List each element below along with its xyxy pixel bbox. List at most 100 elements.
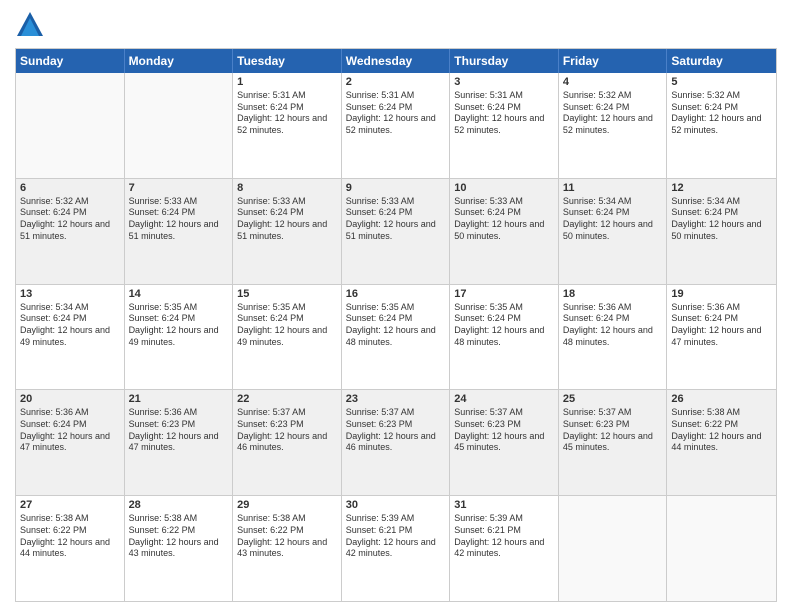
day-number: 2 [346, 76, 446, 88]
header-day-thursday: Thursday [450, 49, 559, 73]
day-number: 23 [346, 393, 446, 405]
cell-info: Sunrise: 5:36 AM Sunset: 6:24 PM Dayligh… [563, 302, 663, 349]
logo-icon [15, 10, 45, 40]
header [15, 10, 777, 40]
day-number: 21 [129, 393, 229, 405]
calendar-cell-24: 24 Sunrise: 5:37 AM Sunset: 6:23 PM Dayli… [450, 390, 559, 495]
day-number: 31 [454, 499, 554, 511]
day-number: 27 [20, 499, 120, 511]
day-number: 24 [454, 393, 554, 405]
calendar-cell-11: 11Sunrise: 5:34 AM Sunset: 6:24 PM Dayli… [559, 179, 668, 284]
cell-info: Sunrise: 5:31 AM Sunset: 6:24 PM Dayligh… [454, 90, 554, 137]
cell-info: Sunrise: 5:35 AM Sunset: 6:24 PM Dayligh… [346, 302, 446, 349]
calendar-body: 1 Sunrise: 5:31 AM Sunset: 6:24 PM Daylig… [16, 73, 776, 601]
cell-info: Sunrise: 5:34 AM Sunset: 6:24 PM Dayligh… [563, 196, 663, 243]
header-day-wednesday: Wednesday [342, 49, 451, 73]
day-number: 30 [346, 499, 446, 511]
day-number: 10 [454, 182, 554, 194]
cell-info: Sunrise: 5:32 AM Sunset: 6:24 PM Dayligh… [563, 90, 663, 137]
cell-info: Sunrise: 5:38 AM Sunset: 6:22 PM Dayligh… [671, 407, 772, 454]
cell-info: Sunrise: 5:33 AM Sunset: 6:24 PM Dayligh… [346, 196, 446, 243]
calendar-row-5: 27 Sunrise: 5:38 AM Sunset: 6:22 PM Dayli… [16, 495, 776, 601]
calendar-cell-9: 9 Sunrise: 5:33 AM Sunset: 6:24 PM Daylig… [342, 179, 451, 284]
calendar-cell-21: 21Sunrise: 5:36 AM Sunset: 6:23 PM Dayli… [125, 390, 234, 495]
calendar-cell-6: 6 Sunrise: 5:32 AM Sunset: 6:24 PM Daylig… [16, 179, 125, 284]
calendar-cell-13: 13 Sunrise: 5:34 AM Sunset: 6:24 PM Dayli… [16, 285, 125, 390]
calendar-cell-14: 14Sunrise: 5:35 AM Sunset: 6:24 PM Dayli… [125, 285, 234, 390]
calendar-cell-25: 25 Sunrise: 5:37 AM Sunset: 6:23 PM Dayli… [559, 390, 668, 495]
calendar-cell-1: 1 Sunrise: 5:31 AM Sunset: 6:24 PM Daylig… [233, 73, 342, 178]
calendar-cell-16: 16 Sunrise: 5:35 AM Sunset: 6:24 PM Dayli… [342, 285, 451, 390]
day-number: 3 [454, 76, 554, 88]
calendar-cell-18: 18Sunrise: 5:36 AM Sunset: 6:24 PM Dayli… [559, 285, 668, 390]
day-number: 1 [237, 76, 337, 88]
cell-info: Sunrise: 5:39 AM Sunset: 6:21 PM Dayligh… [346, 513, 446, 560]
cell-info: Sunrise: 5:37 AM Sunset: 6:23 PM Dayligh… [237, 407, 337, 454]
day-number: 16 [346, 288, 446, 300]
calendar-row-2: 6 Sunrise: 5:32 AM Sunset: 6:24 PM Daylig… [16, 178, 776, 284]
calendar-cell-12: 12 Sunrise: 5:34 AM Sunset: 6:24 PM Dayli… [667, 179, 776, 284]
calendar-cell-8: 8 Sunrise: 5:33 AM Sunset: 6:24 PM Daylig… [233, 179, 342, 284]
day-number: 26 [671, 393, 772, 405]
calendar-cell-31: 31Sunrise: 5:39 AM Sunset: 6:21 PM Dayli… [450, 496, 559, 601]
header-day-sunday: Sunday [16, 49, 125, 73]
calendar-row-1: 1 Sunrise: 5:31 AM Sunset: 6:24 PM Daylig… [16, 73, 776, 178]
day-number: 29 [237, 499, 337, 511]
cell-info: Sunrise: 5:33 AM Sunset: 6:24 PM Dayligh… [237, 196, 337, 243]
calendar-cell-empty [559, 496, 668, 601]
calendar-cell-5: 5Sunrise: 5:32 AM Sunset: 6:24 PM Daylig… [667, 73, 776, 178]
cell-info: Sunrise: 5:37 AM Sunset: 6:23 PM Dayligh… [563, 407, 663, 454]
cell-info: Sunrise: 5:32 AM Sunset: 6:24 PM Dayligh… [20, 196, 120, 243]
calendar-cell-29: 29Sunrise: 5:38 AM Sunset: 6:22 PM Dayli… [233, 496, 342, 601]
cell-info: Sunrise: 5:35 AM Sunset: 6:24 PM Dayligh… [454, 302, 554, 349]
calendar-cell-empty [667, 496, 776, 601]
cell-info: Sunrise: 5:34 AM Sunset: 6:24 PM Dayligh… [671, 196, 772, 243]
header-day-tuesday: Tuesday [233, 49, 342, 73]
calendar-cell-27: 27 Sunrise: 5:38 AM Sunset: 6:22 PM Dayli… [16, 496, 125, 601]
day-number: 25 [563, 393, 663, 405]
calendar-header: SundayMondayTuesdayWednesdayThursdayFrid… [16, 49, 776, 73]
day-number: 9 [346, 182, 446, 194]
cell-info: Sunrise: 5:36 AM Sunset: 6:24 PM Dayligh… [671, 302, 772, 349]
day-number: 28 [129, 499, 229, 511]
calendar-cell-28: 28Sunrise: 5:38 AM Sunset: 6:22 PM Dayli… [125, 496, 234, 601]
header-day-friday: Friday [559, 49, 668, 73]
cell-info: Sunrise: 5:37 AM Sunset: 6:23 PM Dayligh… [346, 407, 446, 454]
day-number: 19 [671, 288, 772, 300]
day-number: 22 [237, 393, 337, 405]
cell-info: Sunrise: 5:31 AM Sunset: 6:24 PM Dayligh… [237, 90, 337, 137]
day-number: 15 [237, 288, 337, 300]
calendar-cell-empty [125, 73, 234, 178]
cell-info: Sunrise: 5:38 AM Sunset: 6:22 PM Dayligh… [20, 513, 120, 560]
calendar-cell-3: 3 Sunrise: 5:31 AM Sunset: 6:24 PM Daylig… [450, 73, 559, 178]
calendar-cell-10: 10 Sunrise: 5:33 AM Sunset: 6:24 PM Dayli… [450, 179, 559, 284]
day-number: 14 [129, 288, 229, 300]
calendar-cell-15: 15Sunrise: 5:35 AM Sunset: 6:24 PM Dayli… [233, 285, 342, 390]
header-day-saturday: Saturday [667, 49, 776, 73]
calendar-cell-20: 20 Sunrise: 5:36 AM Sunset: 6:24 PM Dayli… [16, 390, 125, 495]
day-number: 20 [20, 393, 120, 405]
calendar-cell-26: 26 Sunrise: 5:38 AM Sunset: 6:22 PM Dayli… [667, 390, 776, 495]
calendar-row-4: 20 Sunrise: 5:36 AM Sunset: 6:24 PM Dayli… [16, 389, 776, 495]
day-number: 13 [20, 288, 120, 300]
calendar: SundayMondayTuesdayWednesdayThursdayFrid… [15, 48, 777, 602]
cell-info: Sunrise: 5:31 AM Sunset: 6:24 PM Dayligh… [346, 90, 446, 137]
calendar-row-3: 13 Sunrise: 5:34 AM Sunset: 6:24 PM Dayli… [16, 284, 776, 390]
calendar-cell-empty [16, 73, 125, 178]
calendar-cell-22: 22 Sunrise: 5:37 AM Sunset: 6:23 PM Dayli… [233, 390, 342, 495]
calendar-cell-4: 4Sunrise: 5:32 AM Sunset: 6:24 PM Daylig… [559, 73, 668, 178]
logo [15, 10, 49, 40]
cell-info: Sunrise: 5:33 AM Sunset: 6:24 PM Dayligh… [454, 196, 554, 243]
cell-info: Sunrise: 5:37 AM Sunset: 6:23 PM Dayligh… [454, 407, 554, 454]
calendar-cell-7: 7Sunrise: 5:33 AM Sunset: 6:24 PM Daylig… [125, 179, 234, 284]
day-number: 8 [237, 182, 337, 194]
calendar-cell-30: 30 Sunrise: 5:39 AM Sunset: 6:21 PM Dayli… [342, 496, 451, 601]
cell-info: Sunrise: 5:34 AM Sunset: 6:24 PM Dayligh… [20, 302, 120, 349]
day-number: 12 [671, 182, 772, 194]
day-number: 6 [20, 182, 120, 194]
cell-info: Sunrise: 5:36 AM Sunset: 6:24 PM Dayligh… [20, 407, 120, 454]
day-number: 7 [129, 182, 229, 194]
calendar-cell-19: 19 Sunrise: 5:36 AM Sunset: 6:24 PM Dayli… [667, 285, 776, 390]
page: SundayMondayTuesdayWednesdayThursdayFrid… [0, 0, 792, 612]
day-number: 17 [454, 288, 554, 300]
